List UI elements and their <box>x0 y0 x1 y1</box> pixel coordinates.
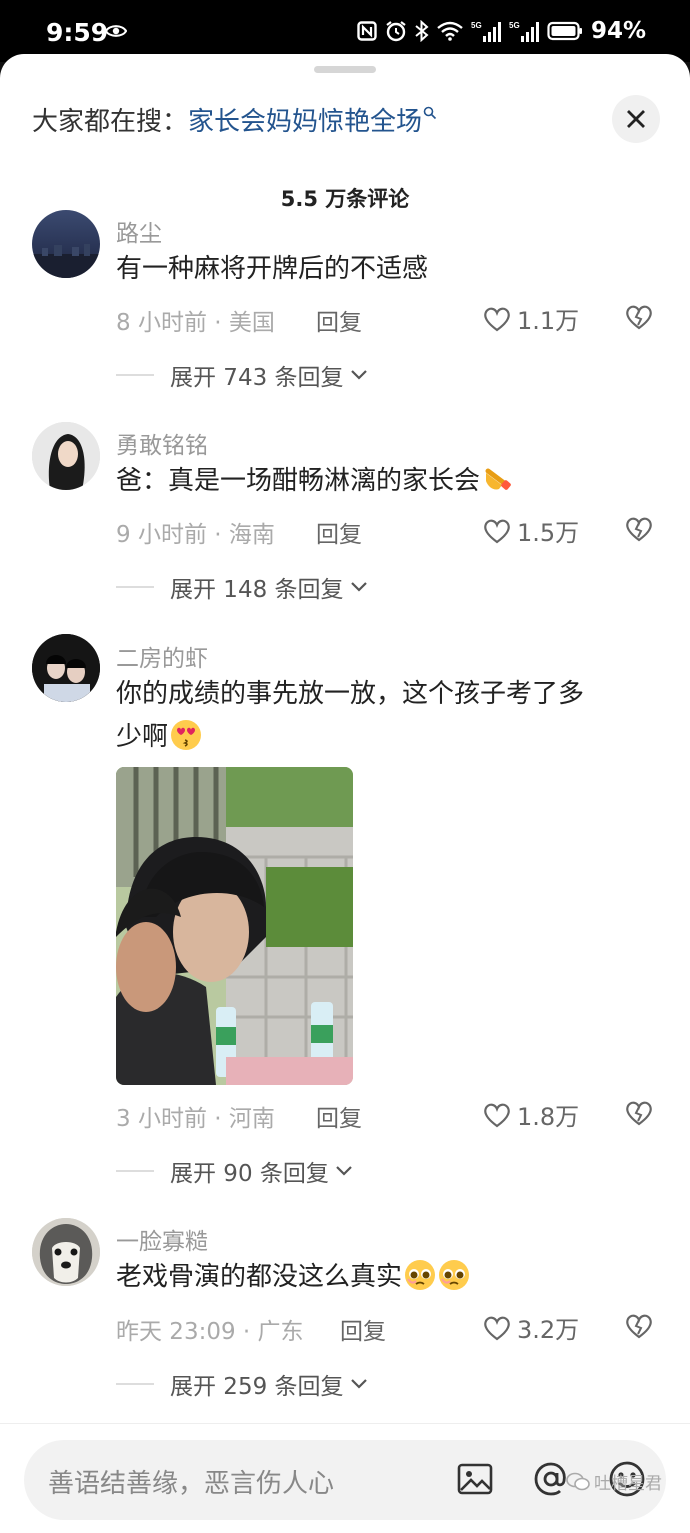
watermark-text: 吐槽星君 <box>594 1474 662 1494</box>
comment-meta: 8 小时前 · 美国 <box>116 310 275 336</box>
comment-count: 5.5 万条评论 <box>280 187 410 211</box>
svg-text:5G: 5G <box>471 21 482 30</box>
close-icon <box>627 110 645 128</box>
status-time: 9:59 <box>46 18 109 47</box>
avatar-image <box>32 634 100 702</box>
avatar-image <box>32 244 100 278</box>
avatar[interactable] <box>32 1218 100 1286</box>
battery-icon <box>547 21 582 41</box>
search-icon <box>423 107 437 120</box>
chevron-down-icon <box>350 370 367 380</box>
broken-heart-icon[interactable] <box>625 1100 653 1126</box>
pointing-hand-emoji-icon <box>485 468 511 490</box>
comment-photo[interactable] <box>116 767 353 1085</box>
expand-divider <box>116 1383 154 1385</box>
svg-text:5G: 5G <box>509 21 520 30</box>
chevron-down-icon <box>350 1379 367 1389</box>
expand-replies[interactable]: 展开 743 条回复 <box>116 358 368 392</box>
comment-input-placeholder: 善语结善缘，恶言伤人心 <box>48 1469 335 1499</box>
expand-divider <box>116 374 154 376</box>
comment-username[interactable]: 一脸寡糙 <box>116 1222 208 1256</box>
heart-icon <box>484 307 510 331</box>
reply-button[interactable]: 回复 <box>316 1099 362 1133</box>
image-icon[interactable] <box>456 1460 494 1498</box>
avatar-image <box>32 1218 100 1286</box>
wifi-icon <box>437 21 463 41</box>
comment-username[interactable]: 二房的虾 <box>116 639 208 673</box>
expand-divider <box>116 1170 154 1172</box>
comment-text: 有一种麻将开牌后的不适感 <box>116 254 429 284</box>
comment-photo-image <box>116 767 353 1085</box>
expand-replies[interactable]: 展开 148 条回复 <box>116 570 368 604</box>
expand-divider <box>116 586 154 588</box>
comment-meta: 3 小时前 · 河南 <box>116 1106 275 1132</box>
comment-text: 你的成绩的事先放一放，这个孩子考了多 少啊 <box>116 673 656 759</box>
pleading-face-emoji-icon <box>405 1260 436 1290</box>
wechat-icon <box>566 1472 590 1490</box>
avatar[interactable] <box>32 422 100 490</box>
comment-username[interactable]: 勇敢铭铭 <box>116 426 208 460</box>
eye-icon <box>105 25 127 37</box>
trending-search[interactable]: 大家都在搜：家长会妈妈惊艳全场 <box>32 101 437 138</box>
heart-icon <box>484 1103 510 1127</box>
like-count: 1.5万 <box>517 519 580 547</box>
pleading-face-emoji-icon <box>439 1260 470 1290</box>
comment-text-line: 你的成绩的事先放一放，这个孩子考了多 <box>116 679 585 709</box>
like-count: 1.1万 <box>517 307 580 335</box>
broken-heart-icon[interactable] <box>625 516 653 542</box>
comment-meta: 9 小时前 · 海南 <box>116 522 275 548</box>
at-icon[interactable] <box>532 1460 570 1498</box>
like-button[interactable]: 1.8万 <box>483 1097 579 1132</box>
trending-search-term[interactable]: 家长会妈妈惊艳全场 <box>188 107 422 137</box>
reply-button[interactable]: 回复 <box>340 1312 386 1346</box>
footer-divider <box>0 1423 690 1424</box>
like-button[interactable]: 1.1万 <box>483 301 579 336</box>
expand-replies[interactable]: 展开 90 条回复 <box>116 1154 353 1188</box>
expand-replies-label: 展开 259 条回复 <box>170 1374 344 1400</box>
heart-icon <box>484 1316 510 1340</box>
comment-text: 老戏骨演的都没这么真实 <box>116 1256 656 1299</box>
comment-username[interactable]: 路尘 <box>116 214 162 248</box>
comment-text-body: 少啊 <box>116 722 169 752</box>
expand-replies[interactable]: 展开 259 条回复 <box>116 1367 368 1401</box>
chevron-down-icon <box>336 1166 352 1176</box>
broken-heart-icon[interactable] <box>625 304 653 330</box>
heart-eyes-emoji-icon <box>171 720 202 750</box>
like-count: 3.2万 <box>517 1316 580 1344</box>
signal-icon: 5G <box>471 21 501 42</box>
comment-text-body: 老戏骨演的都没这么真实 <box>116 1262 403 1292</box>
nfc-icon <box>357 21 377 41</box>
expand-replies-label: 展开 148 条回复 <box>170 577 344 603</box>
battery-percent: 94% <box>590 18 646 44</box>
reply-button[interactable]: 回复 <box>316 303 362 337</box>
alarm-icon <box>386 21 406 42</box>
expand-replies-label: 展开 90 条回复 <box>170 1161 329 1187</box>
status-icons: 5G 5G 94% <box>357 17 646 45</box>
comment-text: 爸：真是一场酣畅淋漓的家长会 <box>116 460 656 503</box>
like-button[interactable]: 3.2万 <box>483 1310 579 1345</box>
broken-heart-icon[interactable] <box>625 1313 653 1339</box>
close-button[interactable] <box>612 95 660 143</box>
trending-search-prefix: 大家都在搜： <box>32 107 189 137</box>
like-count: 1.8万 <box>517 1103 580 1131</box>
comment-meta: 昨天 23:09 · 广东 <box>116 1319 304 1345</box>
drag-handle[interactable] <box>314 66 376 73</box>
avatar-image <box>32 422 100 490</box>
like-button[interactable]: 1.5万 <box>483 513 579 548</box>
chevron-down-icon <box>350 582 367 592</box>
status-bar: 9:59 5G 5G 94% <box>0 0 690 62</box>
reply-button[interactable]: 回复 <box>316 515 362 549</box>
comment-text-body: 爸：真是一场酣畅淋漓的家长会 <box>116 466 481 496</box>
comment-text-line-2: 少啊 <box>116 716 656 759</box>
signal-icon: 5G <box>509 21 539 42</box>
heart-icon <box>484 519 510 543</box>
avatar[interactable] <box>32 210 100 278</box>
watermark: 吐槽星君 <box>566 1469 662 1494</box>
avatar[interactable] <box>32 634 100 702</box>
bluetooth-icon <box>415 20 429 42</box>
comments-sheet: 大家都在搜：家长会妈妈惊艳全场 5.5 万条评论 路尘 有一种麻将开牌后的不适感… <box>0 54 690 1533</box>
expand-replies-label: 展开 743 条回复 <box>170 365 344 391</box>
